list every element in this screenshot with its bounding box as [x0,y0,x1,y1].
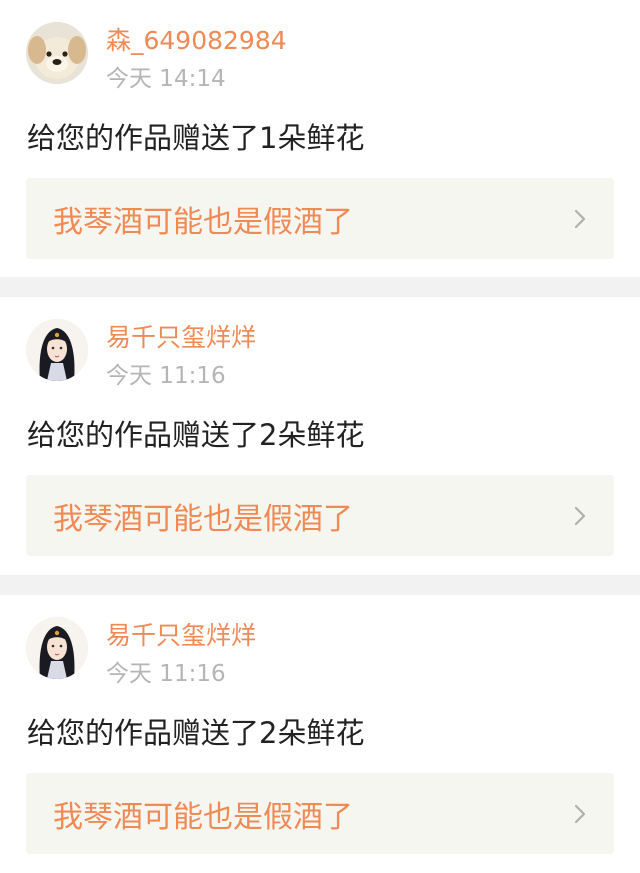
notification-card: 森_649082984 今天 14:14 给您的作品赠送了1朵鲜花 我琴酒可能也… [0,0,640,277]
timestamp: 今天 11:16 [106,661,226,687]
notification-feed: 森_649082984 今天 14:14 给您的作品赠送了1朵鲜花 我琴酒可能也… [0,0,640,873]
chevron-right-icon [574,506,586,526]
username[interactable]: 森_649082984 [106,26,287,56]
notification-message: 给您的作品赠送了2朵鲜花 [27,418,365,452]
section-divider [0,277,640,297]
post-title: 我琴酒可能也是假酒了 [53,799,353,835]
notification-message: 给您的作品赠送了2朵鲜花 [27,716,365,750]
anime-girl-avatar-icon [26,617,88,679]
puppy-avatar-icon [26,22,88,84]
post-title: 我琴酒可能也是假酒了 [53,501,353,537]
notification-message: 给您的作品赠送了1朵鲜花 [27,121,365,155]
chevron-right-icon [574,209,586,229]
timestamp: 今天 11:16 [106,363,226,389]
avatar[interactable] [26,617,88,679]
chevron-right-icon [574,804,586,824]
post-title: 我琴酒可能也是假酒了 [53,204,353,240]
username[interactable]: 易千只玺烊烊 [106,323,256,353]
notification-card: 易千只玺烊烊 今天 11:16 给您的作品赠送了2朵鲜花 我琴酒可能也是假酒了 [0,297,640,575]
post-link[interactable]: 我琴酒可能也是假酒了 [26,475,614,556]
timestamp: 今天 14:14 [106,66,226,92]
anime-girl-avatar-icon [26,319,88,381]
notification-card: 易千只玺烊烊 今天 11:16 给您的作品赠送了2朵鲜花 我琴酒可能也是假酒了 [0,595,640,873]
avatar[interactable] [26,22,88,84]
section-divider [0,575,640,595]
username[interactable]: 易千只玺烊烊 [106,621,256,651]
avatar[interactable] [26,319,88,381]
post-link[interactable]: 我琴酒可能也是假酒了 [26,773,614,854]
post-link[interactable]: 我琴酒可能也是假酒了 [26,178,614,259]
